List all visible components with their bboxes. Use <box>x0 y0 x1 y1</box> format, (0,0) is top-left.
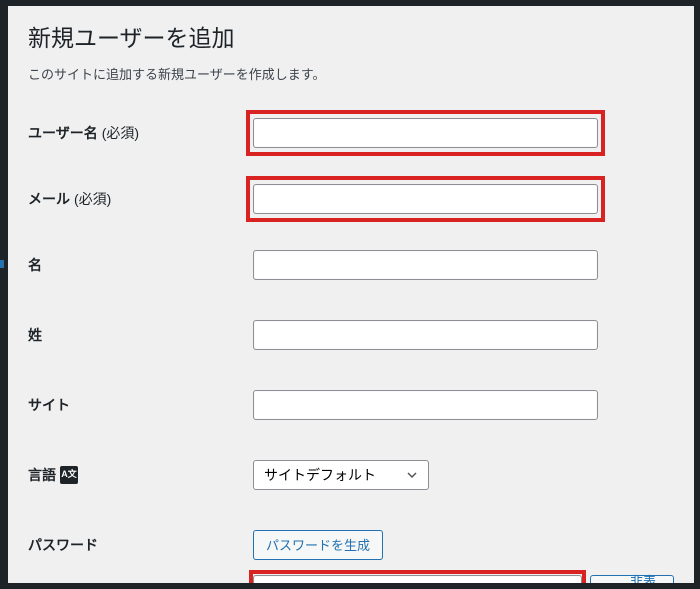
email-input[interactable] <box>253 184 598 214</box>
firstname-input[interactable] <box>253 250 598 280</box>
firstname-label: 名 <box>28 255 253 275</box>
lastname-label: 姓 <box>28 325 253 345</box>
lastname-row: 姓 <box>28 315 674 355</box>
hide-password-button[interactable]: 非表示 <box>590 575 674 583</box>
password-input[interactable] <box>253 575 582 583</box>
language-label: 言語 A文 <box>28 465 253 485</box>
email-label: メール (必須) <box>28 189 253 209</box>
username-input[interactable] <box>253 118 598 148</box>
add-user-page: 新規ユーザーを追加 このサイトに追加する新規ユーザーを作成します。 ユーザー名 … <box>8 6 694 583</box>
website-row: サイト <box>28 385 674 425</box>
password-label: パスワード <box>28 535 253 555</box>
generate-password-button[interactable]: パスワードを生成 <box>253 530 383 560</box>
lastname-input[interactable] <box>253 320 598 350</box>
website-label: サイト <box>28 395 253 415</box>
email-row: メール (必須) <box>28 179 674 219</box>
language-select[interactable]: サイトデフォルト <box>253 460 429 490</box>
username-label: ユーザー名 (必須) <box>28 123 253 143</box>
password-section: パスワード パスワードを生成 非表示 強力 <box>28 525 674 583</box>
username-row: ユーザー名 (必須) <box>28 113 674 153</box>
firstname-row: 名 <box>28 245 674 285</box>
website-input[interactable] <box>253 390 598 420</box>
password-field-row: 非表示 <box>253 575 674 583</box>
translate-icon: A文 <box>60 466 78 484</box>
page-subtitle: このサイトに追加する新規ユーザーを作成します。 <box>28 64 674 83</box>
language-row: 言語 A文 サイトデフォルト <box>28 455 674 495</box>
page-title: 新規ユーザーを追加 <box>28 24 674 54</box>
